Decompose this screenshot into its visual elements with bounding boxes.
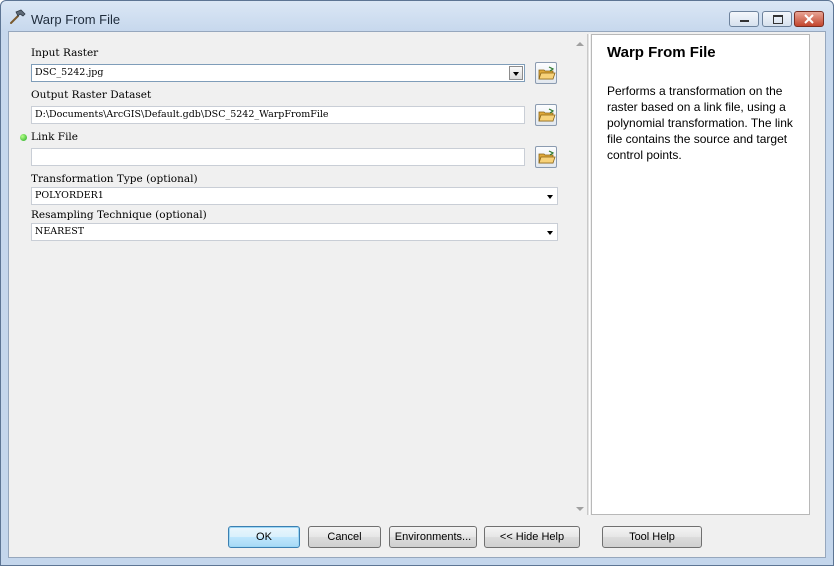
resampling-technique-select[interactable]: NEAREST (31, 223, 558, 241)
maximize-button[interactable] (762, 11, 792, 27)
open-folder-icon (538, 150, 556, 164)
output-raster-field[interactable]: D:\Documents\ArcGIS\Default.gdb\DSC_5242… (31, 106, 525, 124)
transformation-type-select[interactable]: POLYORDER1 (31, 187, 558, 205)
help-description: Performs a transformation on the raster … (607, 84, 793, 162)
environments-button[interactable]: Environments... (389, 526, 477, 548)
help-scrollbar[interactable] (810, 34, 824, 515)
minimize-button[interactable] (729, 11, 759, 27)
minimize-icon (740, 20, 749, 22)
ok-button[interactable]: OK (228, 526, 300, 548)
output-raster-value: D:\Documents\ArcGIS\Default.gdb\DSC_5242… (35, 109, 329, 120)
input-raster-value: DSC_5242.jpg (35, 67, 104, 78)
hide-help-button[interactable]: << Hide Help (484, 526, 580, 548)
warp-from-file-dialog: Warp From File Input Raster DSC_5242.jpg (0, 0, 834, 566)
scroll-up-icon[interactable] (576, 42, 584, 46)
input-raster-combo[interactable]: DSC_5242.jpg (31, 64, 525, 82)
input-raster-dropdown-button[interactable] (509, 66, 523, 80)
open-folder-icon (538, 66, 556, 80)
window-title: Warp From File (31, 12, 121, 27)
open-folder-icon (538, 108, 556, 122)
parameters-scrollbar[interactable] (572, 36, 588, 517)
tool-help-button[interactable]: Tool Help (602, 526, 702, 548)
hammer-icon (10, 9, 26, 24)
required-indicator-icon (20, 134, 27, 141)
maximize-icon (773, 15, 783, 24)
link-file-field[interactable] (31, 148, 525, 166)
resampling-technique-value: NEAREST (35, 226, 85, 237)
help-title: Warp From File (607, 44, 716, 61)
pane-splitter[interactable] (587, 34, 590, 515)
output-raster-label: Output Raster Dataset (31, 89, 152, 101)
transformation-type-label: Transformation Type (optional) (31, 173, 198, 185)
input-raster-browse-button[interactable] (535, 62, 557, 84)
input-raster-label: Input Raster (31, 47, 99, 59)
title-bar[interactable]: Warp From File (1, 1, 833, 31)
cancel-button[interactable]: Cancel (308, 526, 381, 548)
link-file-label: Link File (31, 131, 79, 143)
chevron-down-icon (547, 195, 553, 199)
chevron-down-icon (513, 72, 519, 76)
close-button[interactable] (794, 11, 824, 27)
parameters-pane: Input Raster DSC_5242.jpg Output Raster … (11, 34, 588, 517)
dialog-body: Input Raster DSC_5242.jpg Output Raster … (8, 31, 826, 558)
close-icon (804, 14, 814, 24)
scroll-down-icon[interactable] (576, 507, 584, 511)
resampling-technique-label: Resampling Technique (optional) (31, 209, 207, 221)
transformation-type-value: POLYORDER1 (35, 190, 104, 201)
output-raster-browse-button[interactable] (535, 104, 557, 126)
link-file-browse-button[interactable] (535, 146, 557, 168)
chevron-down-icon (547, 231, 553, 235)
help-pane: Warp From File Performs a transformation… (591, 34, 810, 515)
